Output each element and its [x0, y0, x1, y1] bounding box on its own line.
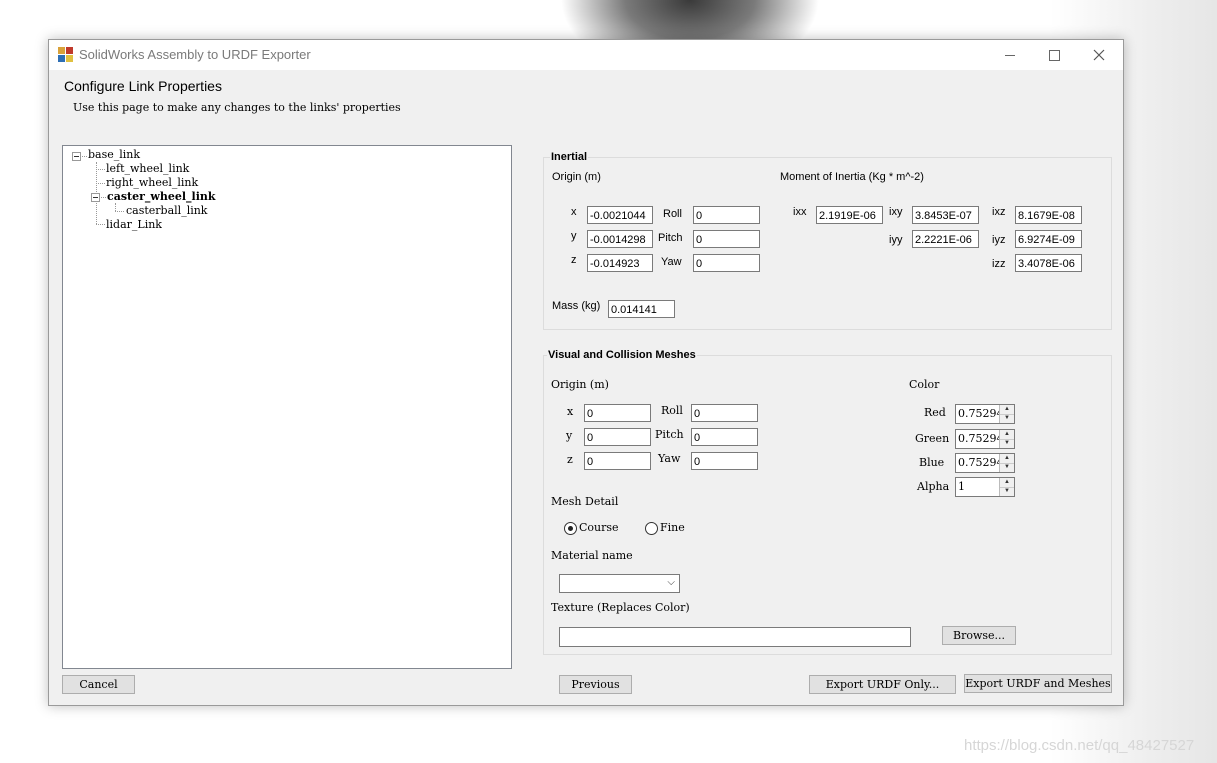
inertial-y-label: y	[571, 230, 577, 242]
inertial-pitch-label: Pitch	[658, 232, 683, 244]
maximize-button[interactable]	[1031, 40, 1077, 70]
iyy-label: iyy	[889, 234, 903, 246]
visual-origin-label: Origin (m)	[551, 378, 609, 391]
blue-value: 0.75294	[958, 456, 1004, 469]
page-subtitle: Use this page to make any changes to the…	[73, 101, 401, 114]
title-bar: SolidWorks Assembly to URDF Exporter	[49, 40, 1123, 70]
tree-item-right-wheel-link[interactable]: right_wheel_link	[106, 176, 198, 189]
visual-y-field[interactable]: 0	[584, 428, 651, 446]
minimize-icon	[1005, 54, 1015, 56]
color-label: Color	[909, 378, 940, 391]
collapse-icon[interactable]	[91, 193, 100, 202]
green-label: Green	[915, 432, 950, 445]
alpha-value: 1	[958, 480, 965, 493]
red-value: 0.75294	[958, 407, 1004, 420]
ixx-label: ixx	[793, 206, 807, 218]
alpha-label: Alpha	[917, 480, 950, 493]
collapse-icon[interactable]	[72, 152, 81, 161]
visual-z-field[interactable]: 0	[584, 452, 651, 470]
link-tree[interactable]: base_link left_wheel_link right_wheel_li…	[62, 145, 512, 669]
inertial-z-field[interactable]: -0.014923	[587, 254, 653, 272]
window-title: SolidWorks Assembly to URDF Exporter	[79, 47, 311, 62]
maximize-icon	[1048, 49, 1060, 61]
material-name-label: Material name	[551, 549, 633, 562]
visual-yaw-field[interactable]: 0	[691, 452, 758, 470]
inertial-pitch-field[interactable]: 0	[693, 230, 760, 248]
export-urdf-only-button[interactable]: Export URDF Only...	[809, 675, 956, 694]
spin-down-icon[interactable]: ▼	[1000, 487, 1014, 496]
mesh-detail-label: Mesh Detail	[551, 495, 619, 508]
close-button[interactable]	[1076, 40, 1122, 70]
material-name-dropdown[interactable]: ⌵	[559, 574, 680, 593]
visual-roll-field[interactable]: 0	[691, 404, 758, 422]
inertial-roll-label: Roll	[663, 208, 682, 220]
blue-label: Blue	[919, 456, 945, 469]
tree-item-left-wheel-link[interactable]: left_wheel_link	[106, 162, 189, 175]
chevron-down-icon: ⌵	[667, 577, 675, 588]
izz-label: izz	[992, 258, 1006, 270]
tree-item-casterball-link[interactable]: casterball_link	[126, 204, 207, 217]
inertial-x-label: x	[571, 206, 577, 218]
tree-item-lidar-link[interactable]: lidar_Link	[106, 218, 162, 231]
exporter-window: SolidWorks Assembly to URDF Exporter Con…	[48, 39, 1124, 706]
green-value: 0.75294	[958, 432, 1004, 445]
visual-x-field[interactable]: 0	[584, 404, 651, 422]
green-stepper[interactable]: 0.75294 ▲ ▼	[955, 429, 1015, 449]
visual-collision-title: Visual and Collision Meshes	[547, 349, 697, 361]
visual-pitch-label: Pitch	[655, 428, 684, 441]
inertial-yaw-label: Yaw	[661, 256, 682, 268]
inertial-x-field[interactable]: -0.0021044	[587, 206, 653, 224]
iyz-label: iyz	[992, 234, 1006, 246]
texture-label: Texture (Replaces Color)	[551, 601, 690, 614]
ixx-field[interactable]: 2.1919E-06	[816, 206, 883, 224]
tree-item-caster-wheel-link[interactable]: caster_wheel_link	[107, 190, 216, 203]
fine-label: Fine	[660, 521, 685, 534]
app-icon	[58, 47, 74, 63]
course-radio[interactable]	[564, 522, 577, 535]
fine-radio[interactable]	[645, 522, 658, 535]
red-label: Red	[924, 406, 946, 419]
course-label: Course	[579, 521, 619, 534]
inertial-yaw-field[interactable]: 0	[693, 254, 760, 272]
red-stepper[interactable]: 0.75294 ▲ ▼	[955, 404, 1015, 424]
spin-down-icon[interactable]: ▼	[1000, 463, 1014, 472]
ixy-field[interactable]: 3.8453E-07	[912, 206, 979, 224]
iyz-field[interactable]: 6.9274E-09	[1015, 230, 1082, 248]
texture-path-field[interactable]	[559, 627, 911, 647]
inertial-title: Inertial	[550, 151, 589, 163]
visual-yaw-label: Yaw	[658, 452, 681, 465]
ixy-label: ixy	[889, 206, 903, 218]
close-icon	[1093, 49, 1105, 61]
inertial-roll-field[interactable]: 0	[693, 206, 760, 224]
inertial-z-label: z	[571, 254, 577, 266]
ixz-label: ixz	[992, 206, 1006, 218]
watermark: https://blog.csdn.net/qq_48427527	[964, 737, 1195, 754]
alpha-stepper[interactable]: 1 ▲ ▼	[955, 477, 1015, 497]
spin-down-icon[interactable]: ▼	[1000, 439, 1014, 448]
izz-field[interactable]: 3.4078E-06	[1015, 254, 1082, 272]
mass-field[interactable]: 0.014141	[608, 300, 675, 318]
visual-x-label: x	[567, 405, 574, 418]
minimize-button[interactable]	[987, 40, 1033, 70]
iyy-field[interactable]: 2.2221E-06	[912, 230, 979, 248]
browse-button[interactable]: Browse...	[942, 626, 1016, 645]
tree-item-base-link[interactable]: base_link	[88, 148, 140, 161]
ixz-field[interactable]: 8.1679E-08	[1015, 206, 1082, 224]
visual-pitch-field[interactable]: 0	[691, 428, 758, 446]
inertial-y-field[interactable]: -0.0014298	[587, 230, 653, 248]
export-urdf-and-meshes-button[interactable]: Export URDF and Meshes	[964, 674, 1112, 693]
visual-y-label: y	[566, 429, 573, 442]
spin-down-icon[interactable]: ▼	[1000, 414, 1014, 423]
visual-z-label: z	[567, 453, 573, 466]
moment-of-inertia-label: Moment of Inertia (Kg * m^-2)	[780, 171, 924, 183]
page-title: Configure Link Properties	[64, 78, 222, 94]
inertial-origin-label: Origin (m)	[552, 171, 601, 183]
previous-button[interactable]: Previous	[559, 675, 632, 694]
visual-roll-label: Roll	[661, 404, 683, 417]
mass-label: Mass (kg)	[552, 300, 601, 312]
blue-stepper[interactable]: 0.75294 ▲ ▼	[955, 453, 1015, 473]
cancel-button[interactable]: Cancel	[62, 675, 135, 694]
